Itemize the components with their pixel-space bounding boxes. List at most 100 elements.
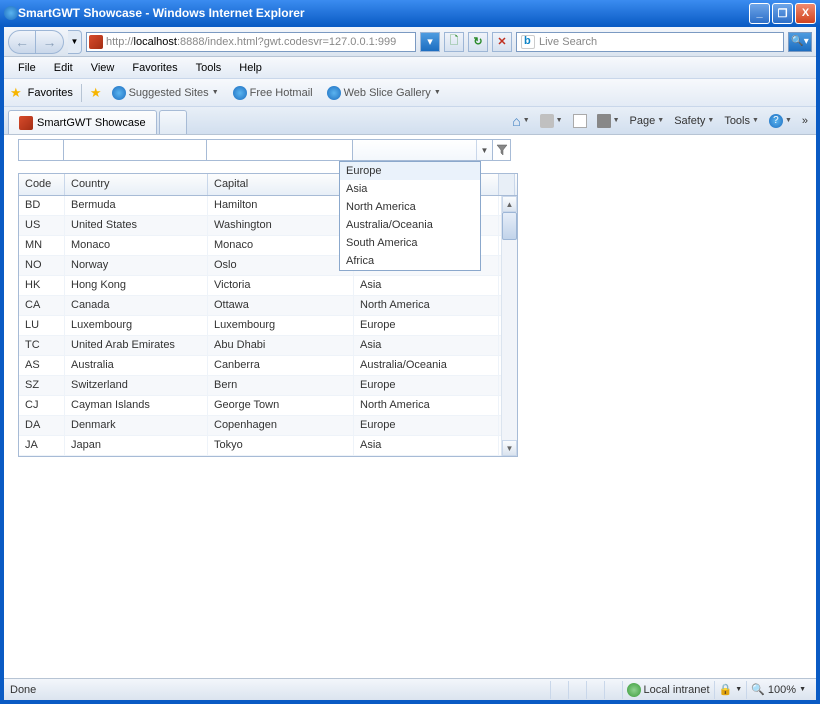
feeds-button[interactable]: ▼ — [536, 112, 567, 130]
navigation-bar: ← → ▼ http://localhost:8888/index.html?g… — [4, 27, 816, 57]
web-slice-gallery-link[interactable]: Web Slice Gallery ▼ — [323, 84, 445, 102]
menu-help[interactable]: Help — [231, 59, 270, 77]
filter-icon[interactable] — [493, 139, 511, 161]
zoom-control[interactable]: 🔍 100% ▼ — [746, 681, 810, 699]
home-icon: ⌂ — [512, 113, 520, 129]
cell-code: SZ — [19, 376, 65, 395]
table-row[interactable]: HKHong KongVictoriaAsia — [19, 276, 517, 296]
protected-mode[interactable]: 🔒 ▼ — [714, 681, 747, 699]
cell-code: BD — [19, 196, 65, 215]
cell-continent: Asia — [354, 436, 499, 455]
dropdown-option[interactable]: Australia/Oceania — [340, 216, 480, 234]
history-dropdown[interactable]: ▼ — [68, 30, 82, 54]
table-row[interactable]: DADenmarkCopenhagenEurope — [19, 416, 517, 436]
cell-capital: Bern — [208, 376, 354, 395]
print-button[interactable]: ▼ — [593, 112, 624, 130]
safety-menu[interactable]: Safety▼ — [670, 113, 718, 129]
cell-code: AS — [19, 356, 65, 375]
table-row[interactable]: LULuxembourgLuxembourgEurope — [19, 316, 517, 336]
page-break-button[interactable]: 🗋 — [444, 32, 464, 52]
filter-code-input[interactable] — [18, 139, 64, 161]
ie-icon — [233, 86, 247, 100]
table-row[interactable]: SZSwitzerlandBernEurope — [19, 376, 517, 396]
cell-capital: Monaco — [208, 236, 354, 255]
add-favorite-icon[interactable]: ★ — [90, 85, 102, 101]
read-mail-button[interactable] — [569, 112, 591, 130]
cell-continent: Europe — [354, 316, 499, 335]
cell-country: Canada — [65, 296, 208, 315]
security-zone[interactable]: Local intranet — [622, 681, 714, 699]
stop-button[interactable]: ✕ — [492, 32, 512, 52]
compat-view-button[interactable]: ▾ — [420, 32, 440, 52]
free-hotmail-link[interactable]: Free Hotmail — [229, 84, 317, 102]
cell-continent: Europe — [354, 416, 499, 435]
cell-country: Monaco — [65, 236, 208, 255]
table-row[interactable]: CJCayman IslandsGeorge TownNorth America — [19, 396, 517, 416]
dropdown-option[interactable]: Europe — [340, 162, 480, 180]
rss-icon — [540, 114, 554, 128]
maximize-button[interactable]: ❐ — [772, 3, 793, 24]
site-icon — [89, 35, 103, 49]
dropdown-option[interactable]: North America — [340, 198, 480, 216]
table-row[interactable]: TCUnited Arab EmiratesAbu DhabiAsia — [19, 336, 517, 356]
tools-menu[interactable]: Tools▼ — [720, 113, 763, 129]
new-tab-button[interactable] — [159, 110, 187, 134]
forward-button[interactable]: → — [36, 30, 64, 54]
back-button[interactable]: ← — [8, 30, 36, 54]
tab-icon — [19, 116, 33, 130]
home-button[interactable]: ⌂▼ — [508, 111, 533, 131]
search-placeholder: Live Search — [539, 36, 597, 48]
menu-view[interactable]: View — [83, 59, 123, 77]
menu-edit[interactable]: Edit — [46, 59, 81, 77]
cell-code: CA — [19, 296, 65, 315]
cell-country: Luxembourg — [65, 316, 208, 335]
dropdown-option[interactable]: South America — [340, 234, 480, 252]
filter-row: ▼ — [18, 139, 511, 161]
cell-country: Japan — [65, 436, 208, 455]
help-button[interactable]: ?▼ — [765, 112, 796, 130]
menu-tools[interactable]: Tools — [188, 59, 230, 77]
close-button[interactable]: X — [795, 3, 816, 24]
filter-country-input[interactable] — [64, 139, 207, 161]
scroll-up-button[interactable]: ▲ — [502, 196, 517, 212]
menu-favorites[interactable]: Favorites — [124, 59, 185, 77]
filter-continent-select[interactable]: ▼ — [353, 139, 493, 161]
search-box[interactable]: Live Search — [516, 32, 784, 52]
favorites-button[interactable]: Favorites — [28, 87, 73, 99]
cell-capital: Washington — [208, 216, 354, 235]
search-button[interactable]: 🔍▾ — [788, 32, 812, 52]
dropdown-option[interactable]: Africa — [340, 252, 480, 270]
tab-smartgwt-showcase[interactable]: SmartGWT Showcase — [8, 110, 157, 134]
filter-capital-input[interactable] — [207, 139, 353, 161]
cell-country: United Arab Emirates — [65, 336, 208, 355]
address-bar[interactable]: http://localhost:8888/index.html?gwt.cod… — [86, 32, 416, 52]
menu-file[interactable]: File — [10, 59, 44, 77]
refresh-button[interactable]: ↻ — [468, 32, 488, 52]
suggested-sites-link[interactable]: Suggested Sites ▼ — [108, 84, 223, 102]
header-code[interactable]: Code — [19, 174, 65, 195]
cell-capital: Copenhagen — [208, 416, 354, 435]
tab-title: SmartGWT Showcase — [37, 117, 146, 129]
vertical-scrollbar[interactable]: ▲ ▼ — [501, 196, 517, 456]
chevron-down-icon[interactable]: ▼ — [476, 140, 492, 160]
table-row[interactable]: JAJapanTokyoAsia — [19, 436, 517, 456]
cell-capital: Tokyo — [208, 436, 354, 455]
minimize-button[interactable]: _ — [749, 3, 770, 24]
page-menu[interactable]: Page▼ — [626, 113, 669, 129]
table-row[interactable]: CACanadaOttawaNorth America — [19, 296, 517, 316]
cell-country: Bermuda — [65, 196, 208, 215]
table-row[interactable]: ASAustraliaCanberraAustralia/Oceania — [19, 356, 517, 376]
scroll-down-button[interactable]: ▼ — [502, 440, 517, 456]
cell-code: DA — [19, 416, 65, 435]
header-capital[interactable]: Capital — [208, 174, 354, 195]
cell-capital: Abu Dhabi — [208, 336, 354, 355]
dropdown-option[interactable]: Asia — [340, 180, 480, 198]
cell-capital: Luxembourg — [208, 316, 354, 335]
zoom-icon: 🔍 — [751, 683, 765, 696]
header-country[interactable]: Country — [65, 174, 208, 195]
cell-country: Hong Kong — [65, 276, 208, 295]
overflow-button[interactable]: » — [798, 115, 812, 127]
cell-code: CJ — [19, 396, 65, 415]
scroll-thumb[interactable] — [502, 212, 517, 240]
cell-capital: Oslo — [208, 256, 354, 275]
